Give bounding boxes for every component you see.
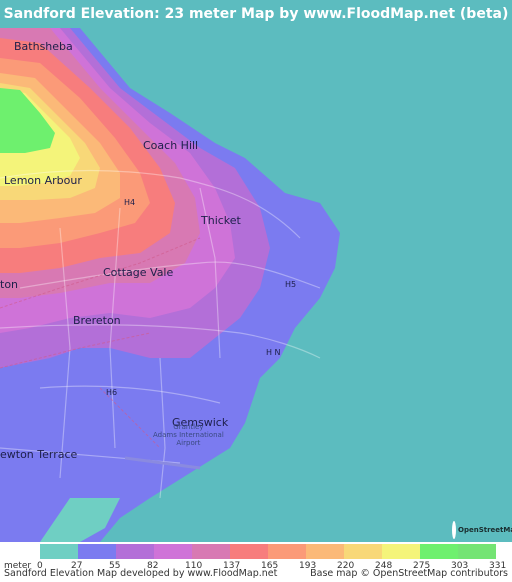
legend-swatch: [306, 544, 344, 559]
map-canvas: [0, 28, 512, 542]
place-label-thicket: Thicket: [201, 214, 241, 227]
place-label-airport: Grantley Adams International Airport: [153, 423, 224, 447]
openstreetmap-logo[interactable]: OpenStreetMap: [452, 520, 512, 540]
place-label-newton-terrace: ewton Terrace: [0, 448, 78, 461]
footer-basemap-credit[interactable]: Base map © OpenStreetMap contributors: [310, 568, 508, 579]
legend-swatch: [420, 544, 458, 559]
road-label-h4: H4: [124, 198, 136, 207]
page-title: Sandford Elevation: 23 meter Map by www.…: [3, 6, 509, 22]
place-label-ton-fragment: ton: [0, 278, 19, 291]
road-label-h6: H6: [106, 388, 118, 397]
road-label-hn: H N: [266, 348, 281, 357]
elevation-map[interactable]: Bathsheba Coach Hill Lemon Arbour Thicke…: [0, 28, 512, 542]
place-label-lemon-arbour: Lemon Arbour: [4, 174, 82, 187]
legend-swatch: [344, 544, 382, 559]
legend-swatch: [382, 544, 420, 559]
legend-swatch: [40, 544, 78, 559]
magnifier-icon: [452, 521, 456, 539]
legend-swatch: [78, 544, 116, 559]
legend-swatch: [154, 544, 192, 559]
footer: Sandford Elevation Map developed by www.…: [0, 568, 512, 582]
footer-credit[interactable]: Sandford Elevation Map developed by www.…: [4, 568, 277, 579]
legend-swatch: [230, 544, 268, 559]
title-bar: Sandford Elevation: 23 meter Map by www.…: [0, 0, 512, 28]
legend-swatch: [268, 544, 306, 559]
place-label-cottage-vale: Cottage Vale: [103, 266, 174, 279]
road-label-h5: H5: [285, 280, 297, 289]
legend-swatch: [458, 544, 496, 559]
place-label-bathsheba: Bathsheba: [14, 40, 73, 53]
legend-swatch: [116, 544, 154, 559]
legend-swatches: [40, 544, 496, 559]
place-label-coach-hill: Coach Hill: [143, 139, 199, 152]
place-label-brereton: Brereton: [73, 314, 121, 327]
legend-swatch: [192, 544, 230, 559]
